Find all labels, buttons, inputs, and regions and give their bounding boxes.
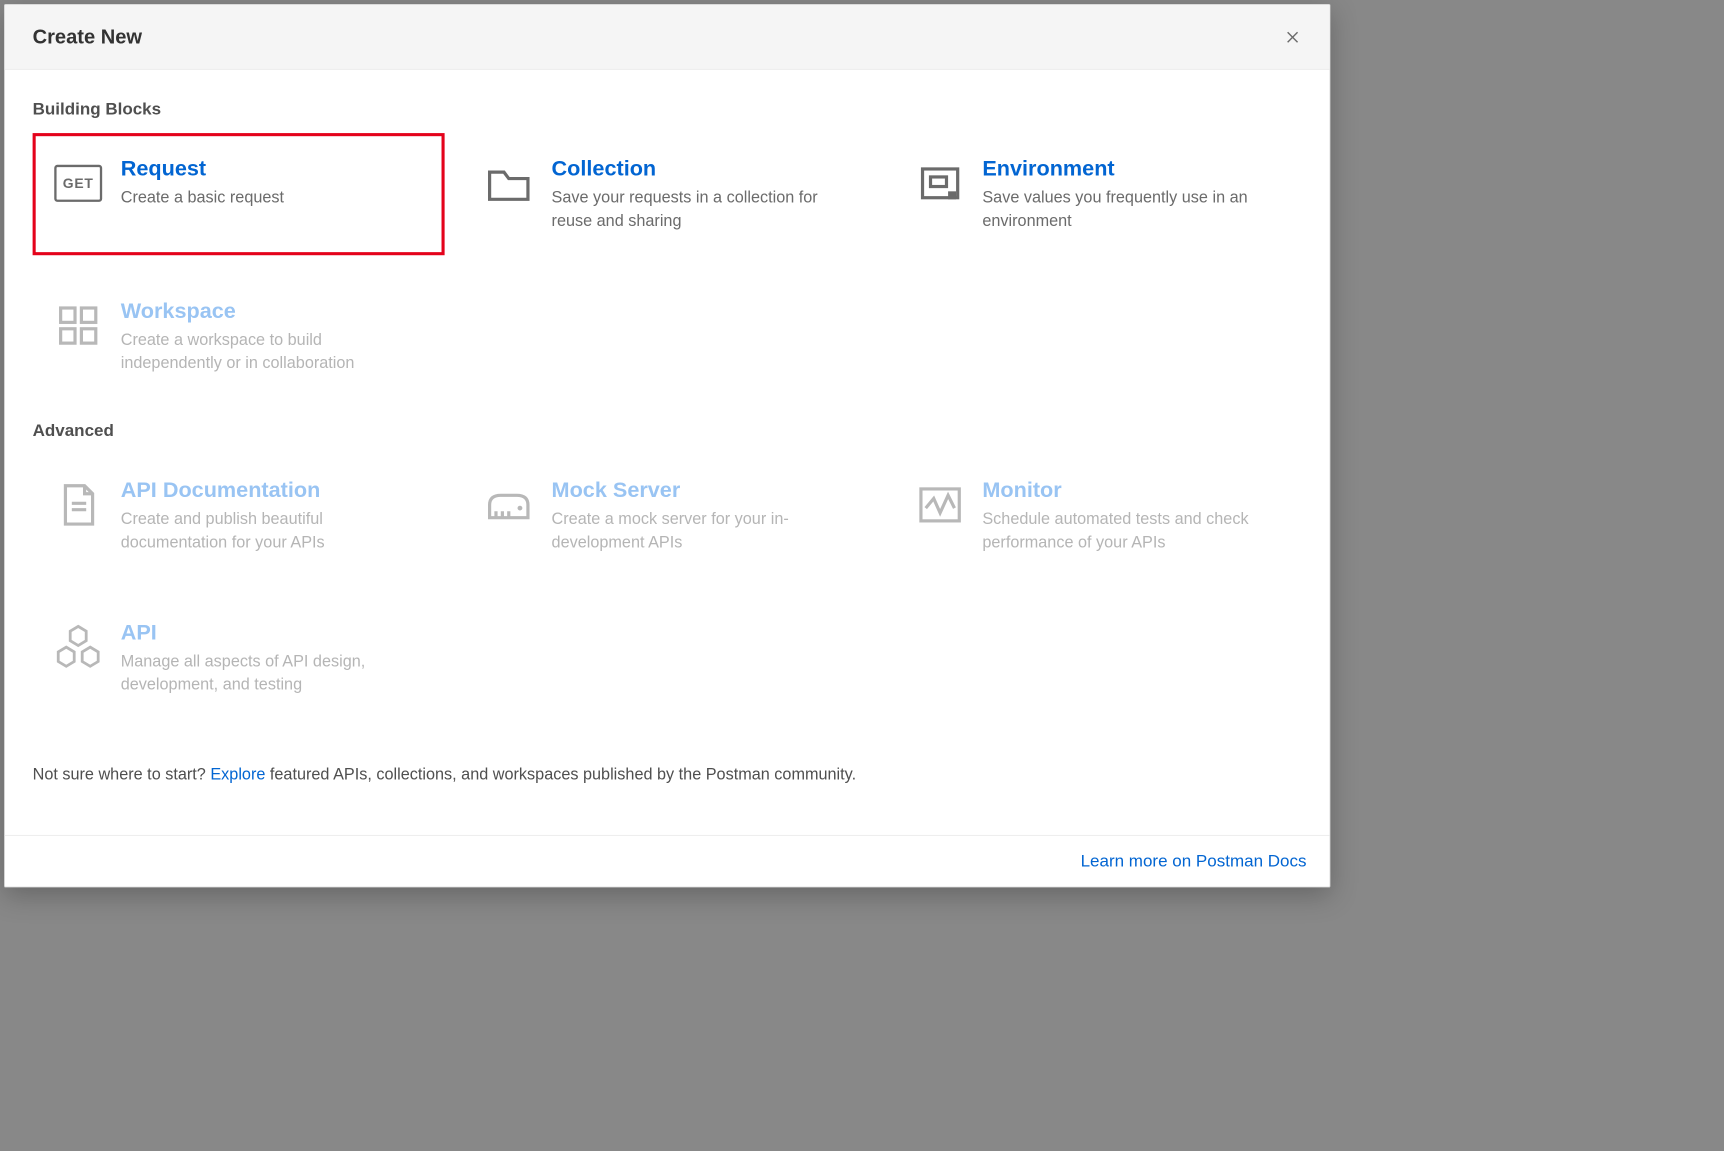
tile-title: Collection: [552, 155, 858, 182]
tile-desc: Create a basic request: [121, 186, 284, 210]
hint-text: Not sure where to start? Explore feature…: [33, 762, 1307, 786]
tile-monitor[interactable]: Monitor Schedule automated tests and che…: [894, 454, 1306, 576]
get-icon: GET: [54, 159, 102, 207]
docs-link[interactable]: Learn more on Postman Docs: [1081, 851, 1307, 871]
tile-collection[interactable]: Collection Save your requests in a colle…: [463, 133, 875, 255]
activity-icon: [916, 481, 964, 529]
modal-footer: Learn more on Postman Docs: [5, 835, 1330, 887]
tile-workspace[interactable]: Workspace Create a workspace to build in…: [33, 275, 445, 397]
tile-desc: Save values you frequently use in an env…: [982, 186, 1288, 233]
tile-request[interactable]: GET Request Create a basic request: [33, 133, 445, 255]
modal-title: Create New: [33, 25, 142, 49]
tile-environment[interactable]: Environment Save values you frequently u…: [894, 133, 1306, 255]
tile-desc: Schedule automated tests and check perfo…: [982, 508, 1288, 555]
document-icon: [54, 481, 102, 529]
explore-link[interactable]: Explore: [210, 765, 265, 783]
tile-title: API: [121, 618, 427, 645]
tile-api[interactable]: API Manage all aspects of API design, de…: [33, 597, 445, 719]
tile-title: Request: [121, 155, 284, 182]
create-new-modal: Create New Building Blocks GET Request C…: [4, 4, 1330, 888]
section-label-advanced: Advanced: [33, 420, 1307, 440]
environment-icon: [916, 159, 964, 207]
tile-desc: Manage all aspects of API design, develo…: [121, 650, 427, 697]
grid-icon: [54, 302, 102, 350]
tile-desc: Create a mock server for your in-develop…: [552, 508, 858, 555]
tile-desc: Create a workspace to build independentl…: [121, 329, 427, 376]
section-label-building-blocks: Building Blocks: [33, 99, 1307, 119]
tile-desc: Create and publish beautiful documentati…: [121, 508, 427, 555]
modal-body: Building Blocks GET Request Create a bas…: [5, 70, 1330, 835]
advanced-grid: API Documentation Create and publish bea…: [33, 454, 1307, 718]
tile-title: API Documentation: [121, 476, 427, 503]
tile-title: Environment: [982, 155, 1288, 182]
folder-icon: [485, 159, 533, 207]
tile-desc: Save your requests in a collection for r…: [552, 186, 858, 233]
hexagons-icon: [54, 623, 102, 671]
tile-mock-server[interactable]: Mock Server Create a mock server for you…: [463, 454, 875, 576]
modal-header: Create New: [5, 5, 1330, 70]
tile-title: Mock Server: [552, 476, 858, 503]
tile-title: Workspace: [121, 297, 427, 324]
building-blocks-grid: GET Request Create a basic request Colle…: [33, 133, 1307, 397]
tile-title: Monitor: [982, 476, 1288, 503]
close-button[interactable]: [1283, 28, 1302, 47]
tile-api-documentation[interactable]: API Documentation Create and publish bea…: [33, 454, 445, 576]
close-icon: [1284, 28, 1301, 45]
server-icon: [485, 481, 533, 529]
